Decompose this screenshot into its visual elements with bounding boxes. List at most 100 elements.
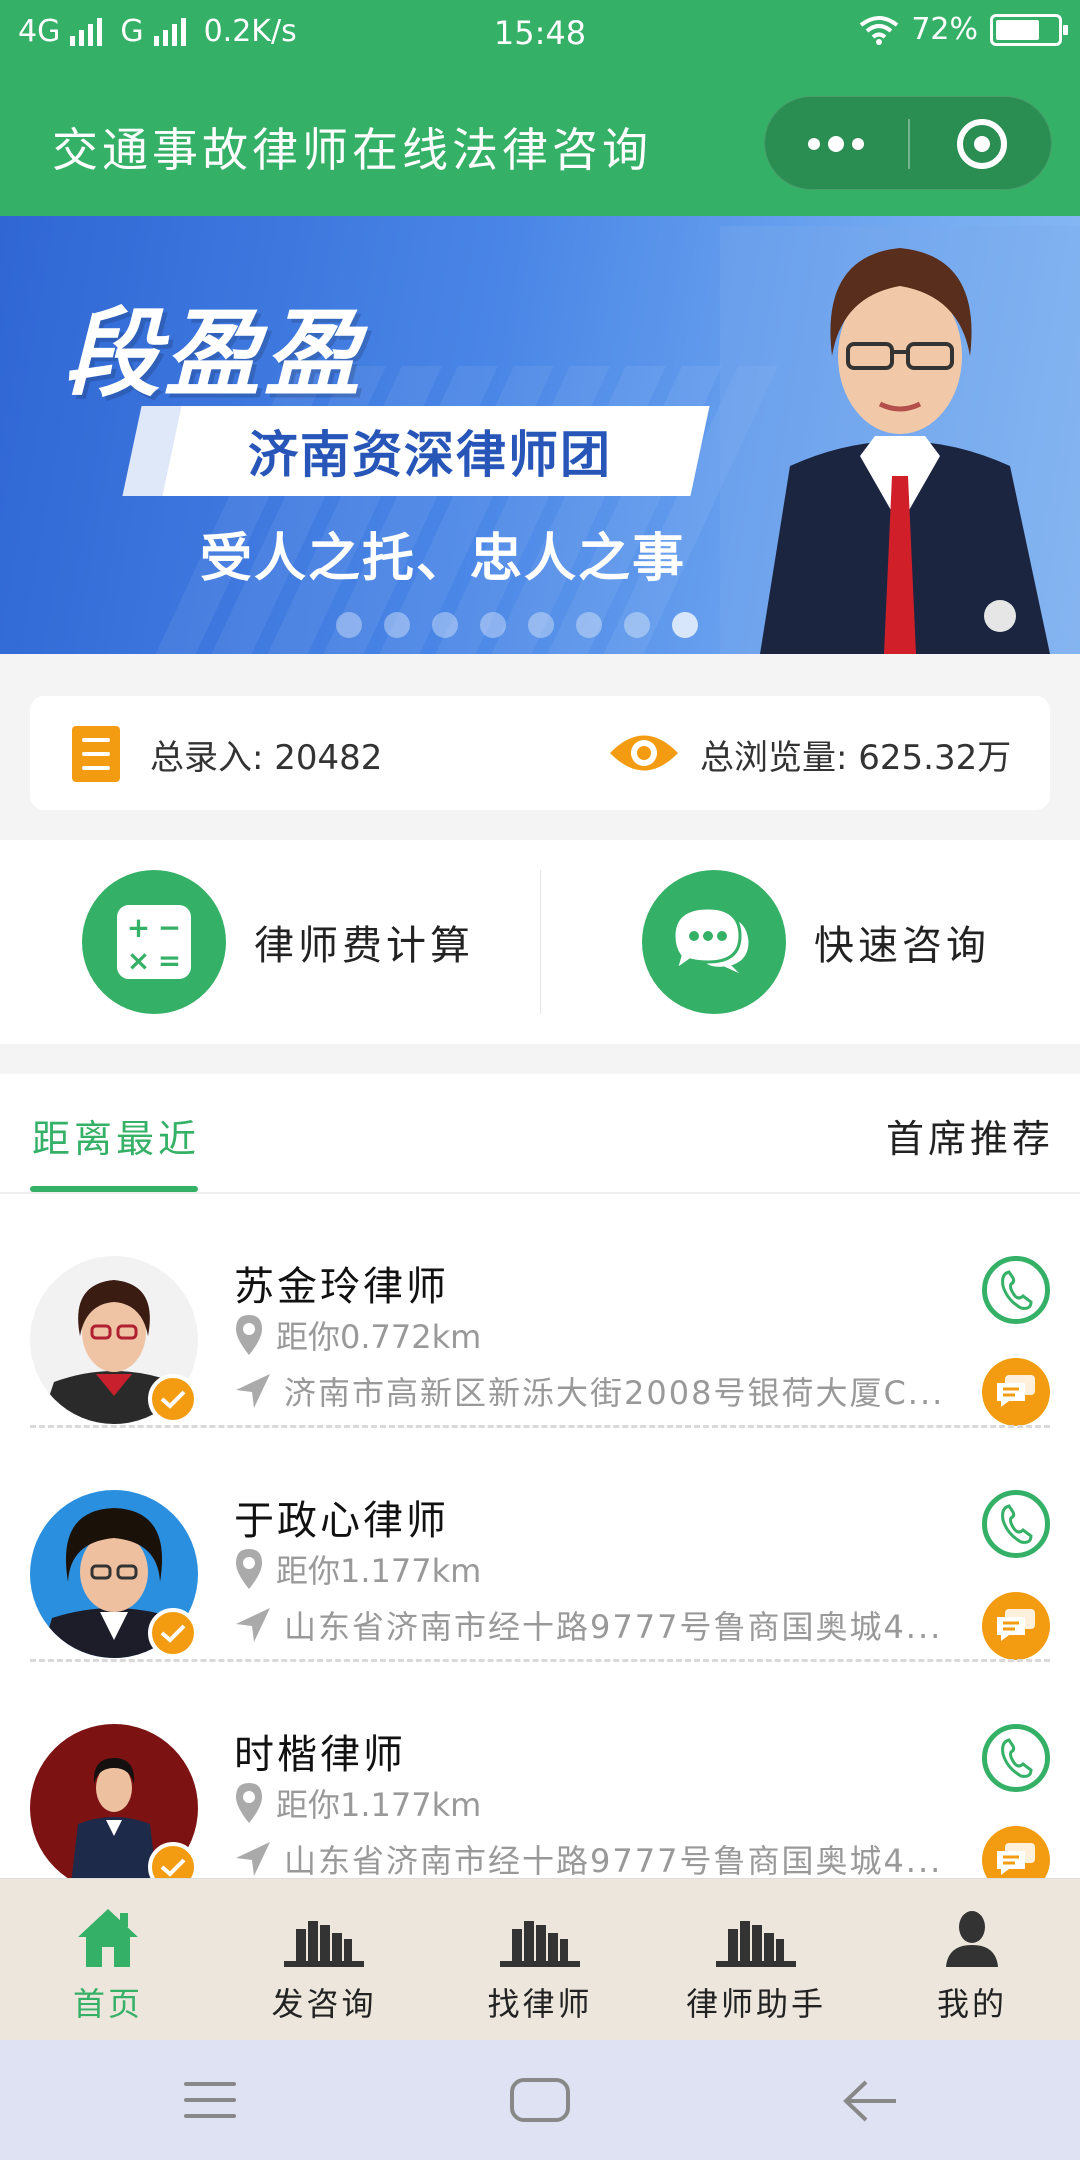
carousel-dot[interactable] [384,612,410,638]
books-icon [716,1921,796,1967]
document-icon [72,726,120,782]
location-pin-icon [236,1783,262,1823]
lawyer-address: 济南市高新区新泺大街2008号银荷大厦C... [234,1368,944,1414]
capsule-divider [908,119,910,169]
verified-icon [148,1374,198,1424]
location-pin-icon [236,1549,262,1589]
more-icon [808,138,820,150]
navigation-arrow-icon [236,1608,270,1642]
lawyer-list: 苏金玲律师 距你0.772km 济南市高新区新泺大街2008号银荷大厦C... [0,1194,1080,1878]
quick-actions: + − × = 律师费计算 快速咨询 [0,840,1080,1044]
back-button[interactable] [842,2078,898,2124]
message-button[interactable] [982,1592,1050,1660]
lawyer-list-item[interactable]: 于政心律师 距你1.177km 山东省济南市经十路9777号鲁商国奥城4... [0,1428,1080,1662]
navigation-arrow-icon [236,1842,270,1876]
lawyer-address-text: 山东省济南市经十路9777号鲁商国奥城4... [284,1842,943,1878]
navigation-arrow-icon [236,1374,270,1408]
call-button[interactable] [982,1490,1050,1558]
verified-icon [148,1842,198,1878]
carousel-dot[interactable] [672,612,698,638]
active-tab-indicator [30,1186,198,1192]
mini-program-capsule [764,96,1052,190]
call-button[interactable] [982,1724,1050,1792]
fee-calculator-button[interactable]: + − × = 律师费计算 [82,870,474,1014]
lawyer-distance: 距你0.772km [234,1312,481,1358]
nav-find-lawyer[interactable]: 找律师 [432,1879,648,2041]
lawyer-name: 时楷律师 [234,1732,406,1778]
nav-find-lawyer-label: 找律师 [487,1985,593,2023]
lawyer-distance-text: 距你0.772km [276,1318,482,1356]
lawyer-address-text: 山东省济南市经十路9777号鲁商国奥城4... [284,1608,943,1646]
banner-lawyer-name: 段盈盈 [64,298,364,410]
app-header: 交通事故律师在线法律咨询 [0,72,1080,216]
message-icon [997,1843,1035,1875]
promo-banner[interactable]: 段盈盈 济南资深律师团 受人之托、忠人之事 [0,216,1080,654]
chat-bubbles-icon [642,870,786,1014]
carousel-dot[interactable] [480,612,506,638]
battery-percent: 72% [911,12,978,47]
filter-tabs: 距离最近 首席推荐 [0,1074,1080,1194]
quick-consult-button[interactable]: 快速咨询 [642,870,990,1014]
lawyer-address-text: 济南市高新区新泺大街2008号银荷大厦C... [284,1374,945,1412]
close-mini-program-button[interactable] [911,97,1053,191]
tab-nearest[interactable]: 距离最近 [32,1108,200,1163]
lawyer-list-item[interactable]: 时楷律师 距你1.177km 山东省济南市经十路9777号鲁商国奥城4... [0,1662,1080,1878]
nav-post-consult[interactable]: 发咨询 [216,1879,432,2041]
call-button[interactable] [982,1256,1050,1324]
lawyer-name: 苏金玲律师 [234,1264,449,1310]
system-navigation-bar [0,2040,1080,2160]
phone-icon [1001,1504,1033,1544]
stats-card: 总录入: 20482 总浏览量: 625.32万 [30,696,1050,810]
user-icon [946,1911,998,1967]
carousel-dot[interactable] [624,612,650,638]
books-icon [284,1921,364,1967]
home-button[interactable] [510,2078,570,2122]
lawyer-portrait-image [720,226,1080,654]
carousel-dot[interactable] [528,612,554,638]
banner-slogan: 受人之托、忠人之事 [200,529,687,589]
banner-tagline: 济南资深律师团 [248,426,612,484]
books-icon [500,1921,580,1967]
quick-consult-label: 快速咨询 [814,923,990,969]
verified-icon [148,1608,198,1658]
lawyer-distance: 距你1.177km [234,1780,481,1826]
status-bar: 4G G 0.2K/s 15:48 72% [0,0,1080,72]
location-pin-icon [236,1315,262,1355]
eye-icon [610,735,678,771]
message-icon [997,1375,1035,1407]
wifi-icon [860,15,899,45]
lawyer-name: 于政心律师 [234,1498,449,1544]
banner-ribbon: 济南资深律师团 [150,406,710,496]
total-entries: 总录入: 20482 [150,738,383,778]
fee-calculator-label: 律师费计算 [254,923,474,969]
message-icon [997,1609,1035,1641]
message-button[interactable] [982,1826,1050,1878]
lawyer-address: 山东省济南市经十路9777号鲁商国奥城4... [234,1836,942,1878]
message-button[interactable] [982,1358,1050,1426]
nav-lawyer-assistant-label: 律师助手 [685,1985,826,2023]
lawyer-list-item[interactable]: 苏金玲律师 距你0.772km 济南市高新区新泺大街2008号银荷大厦C... [0,1194,1080,1428]
tab-recommended[interactable]: 首席推荐 [886,1108,1054,1163]
phone-icon [1001,1270,1033,1310]
total-views: 总浏览量: 625.32万 [700,738,1012,778]
nav-home[interactable]: 首页 [0,1879,216,2041]
carousel-dot[interactable] [336,612,362,638]
lawyer-distance-text: 距你1.177km [276,1552,482,1590]
nav-home-label: 首页 [72,1985,143,2023]
target-icon [957,119,1007,169]
carousel-dot[interactable] [432,612,458,638]
nav-profile-label: 我的 [936,1985,1007,2023]
lawyer-address: 山东省济南市经十路9777号鲁商国奥城4... [234,1602,942,1648]
recent-apps-button[interactable] [184,2082,236,2118]
carousel-dot[interactable] [576,612,602,638]
battery-icon [990,13,1068,46]
page-title: 交通事故律师在线法律咨询 [52,123,652,177]
more-button[interactable] [765,97,907,191]
nav-profile[interactable]: 我的 [864,1879,1080,2041]
lawyer-distance-text: 距你1.177km [276,1786,482,1824]
carousel-indicator[interactable] [336,612,698,638]
calculator-icon: + − × = [82,870,226,1014]
nav-post-consult-label: 发咨询 [271,1985,377,2023]
bottom-tab-bar: 首页 发咨询 找律师 律师助手 我的 [0,1878,1080,2040]
nav-lawyer-assistant[interactable]: 律师助手 [648,1879,864,2041]
